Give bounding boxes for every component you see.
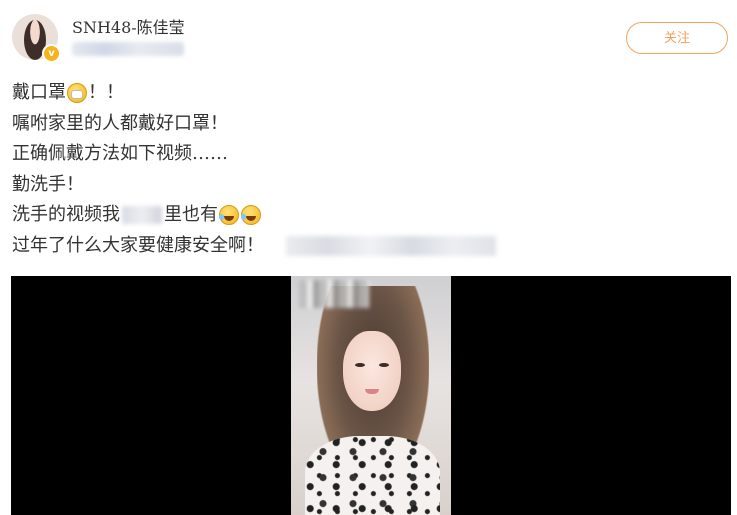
laugh-cry-emoji-icon [219,205,239,226]
post-meta-blurred [72,42,184,56]
username[interactable]: SNH48-陈佳莹 [72,14,185,38]
post-line-text: 洗手的视频我 [12,204,120,225]
blurred-link [286,235,496,256]
lips [365,389,379,394]
post-line-text: ！！ [88,82,124,103]
post-line-3: 正确佩戴方法如下视频…… [12,139,712,170]
post-text: 戴口罩 ！！ 嘱咐家里的人都戴好口罩！ 正确佩戴方法如下视频…… 勤洗手！ 洗手… [12,78,712,261]
video-person-shirt [305,436,440,515]
mask-face-emoji-icon [67,83,87,104]
post-line-text: 戴口罩 [12,82,66,103]
video-player[interactable] [11,276,731,515]
post-line-text: 正确佩戴方法如下视频…… [12,143,228,164]
post-line-text: 过年了什么大家要健康安全啊！ [12,234,264,256]
video-person-face [343,331,401,411]
post-line-text: 嘱咐家里的人都戴好口罩！ [12,112,228,134]
post-line-5: 洗手的视频我 里也有 [12,200,712,231]
eye [379,363,389,367]
post-line-text: 里也有 [164,204,218,225]
watermark-blurred [299,280,369,308]
verified-badge-icon: v [42,44,61,63]
post-line-4: 勤洗手！ [12,170,712,201]
post-line-2: 嘱咐家里的人都戴好口罩！ [12,109,712,140]
laugh-cry-emoji-icon [241,205,261,226]
eye [355,363,365,367]
post-line-6: 过年了什么大家要健康安全啊！ [12,231,712,262]
post-line-text: 勤洗手！ [12,173,84,195]
video-frame [291,276,451,515]
follow-button[interactable]: 关注 [626,22,728,54]
post-line-1: 戴口罩 ！！ [12,78,712,109]
blurred-text [122,206,162,225]
